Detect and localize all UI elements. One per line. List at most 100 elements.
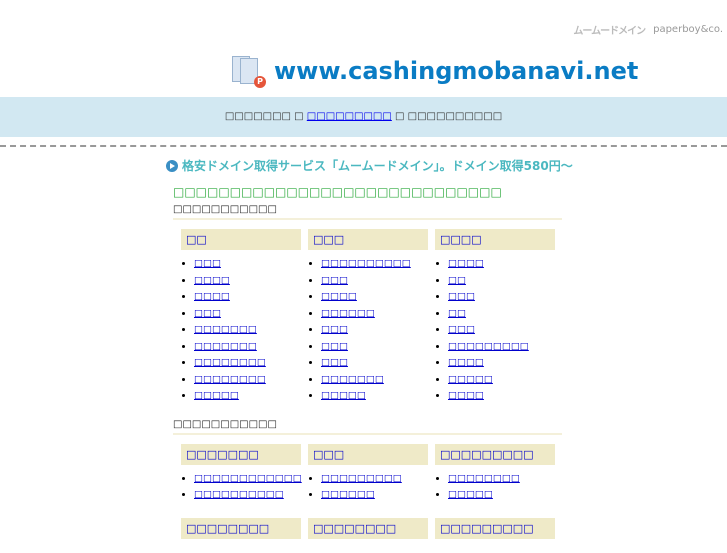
list-item: □□□□□□ bbox=[321, 487, 428, 504]
category-column: □□□□□□□□□□□□□□□□□□□□□□□□□□□□□□□□□□□□□□□□ bbox=[435, 229, 555, 405]
category-link[interactable]: □□□□□□□ bbox=[194, 341, 257, 352]
band-text-after: □ □□□□□□□□□□ bbox=[395, 111, 503, 122]
category-header[interactable]: □□□□□□□ bbox=[181, 443, 301, 465]
category-link[interactable]: □□□ bbox=[321, 324, 348, 335]
category-link[interactable]: □□□ bbox=[321, 357, 348, 368]
list-item: □□□□ bbox=[448, 355, 555, 372]
category-link[interactable]: □□□□ bbox=[321, 291, 357, 302]
category-column: □□□□□□□□□□□□□□□□□□ bbox=[308, 443, 428, 504]
category-header[interactable]: □□□□ bbox=[435, 229, 555, 250]
category-link[interactable]: □□□□□ bbox=[321, 390, 366, 401]
category-column: □□□□□□□□□ bbox=[435, 517, 555, 539]
category-header[interactable]: □□□□□□□□□ bbox=[435, 517, 555, 539]
category-link[interactable]: □□□□□□□ bbox=[321, 374, 384, 385]
list-item: □□□□□□□□ bbox=[448, 471, 555, 488]
category-link[interactable]: □□□□ bbox=[448, 357, 484, 368]
category-link[interactable]: □□□ bbox=[194, 308, 221, 319]
green-heading: □□□□□□□□□□□□□□□□□□□□□□□□□□□□□ bbox=[173, 185, 502, 199]
category-link[interactable]: □□□□ bbox=[448, 390, 484, 401]
link-list: □□□□□□□□□□□□□ bbox=[435, 471, 555, 504]
category-columns: □□□□□□□□□□□□□□□□□□□□□□□□□□□□□□□□□□□□□□□□… bbox=[181, 229, 562, 405]
list-item: □□□□ bbox=[448, 256, 555, 273]
list-item: □□□□□□□ bbox=[321, 372, 428, 389]
list-item: □□□□□□□□ bbox=[194, 355, 301, 372]
list-item: □□□ bbox=[321, 273, 428, 290]
category-link[interactable]: □□□□□□□□ bbox=[448, 473, 520, 484]
category-link[interactable]: □□□□□ bbox=[194, 390, 239, 401]
category-link[interactable]: □□□□□□ bbox=[321, 489, 375, 500]
category-link[interactable]: □□□□□□□□□□□□ bbox=[194, 473, 302, 484]
brand-logos: ムームードメイン paperboy&co. bbox=[573, 22, 723, 37]
list-item: □□ bbox=[448, 273, 555, 290]
category-link[interactable]: □□□ bbox=[321, 275, 348, 286]
list-item: □□□ bbox=[194, 256, 301, 273]
mumu-domain-logo[interactable]: ムームードメイン bbox=[573, 22, 646, 37]
category-header[interactable]: □□□□□□□□ bbox=[308, 517, 428, 539]
site-title: www.cashingmobanavi.net bbox=[274, 57, 639, 85]
category-columns: □□□□□□□□ □□□□□□□□ □□□□□□□□□ bbox=[181, 517, 562, 539]
category-link[interactable]: □□□□□ bbox=[448, 489, 493, 500]
category-link[interactable]: □□□□□□□□□ bbox=[448, 341, 529, 352]
list-item: □□□ bbox=[448, 322, 555, 339]
list-item: □□□□□□□□□□□□ bbox=[194, 471, 302, 488]
list-item: □□□□□ bbox=[194, 388, 301, 405]
category-link[interactable]: □□□ bbox=[321, 341, 348, 352]
paperboy-logo[interactable]: paperboy&co. bbox=[653, 24, 723, 35]
category-link[interactable]: □□ bbox=[448, 308, 466, 319]
category-link[interactable]: □□□□ bbox=[194, 275, 230, 286]
category-column: □□□□□□□□ bbox=[308, 517, 428, 539]
section-title: □□□□□□□□□□□ bbox=[173, 419, 562, 435]
category-link[interactable]: □□□□ bbox=[448, 258, 484, 269]
link-list: □□□□□□□□□□□□□□□□□□□□□□□□□□□□□□□□□□□□□□□□… bbox=[181, 256, 301, 405]
category-link[interactable]: □□□□□□□□ bbox=[194, 374, 266, 385]
list-item: □□□ bbox=[321, 355, 428, 372]
category-link[interactable]: □□□□□□□□□ bbox=[321, 473, 402, 484]
promo-text: 格安ドメイン取得サービス「ムームードメイン」。ドメイン取得580円～ bbox=[182, 159, 573, 173]
list-item: □□□□□□□□□□ bbox=[321, 256, 428, 273]
list-item: □□□ bbox=[321, 339, 428, 356]
category-link[interactable]: □□□□□□□□□□ bbox=[321, 258, 411, 269]
category-link[interactable]: □□□ bbox=[448, 324, 475, 335]
category-column: □□□□□□□□□□□□□□□□□□□□□□ bbox=[435, 443, 555, 504]
category-header[interactable]: □□□ bbox=[308, 229, 428, 250]
site-header: P www.cashingmobanavi.net bbox=[232, 54, 638, 88]
category-header[interactable]: □□□□□□□□ bbox=[181, 517, 301, 539]
category-link[interactable]: □□□□□□□□□□ bbox=[194, 489, 284, 500]
band-text-before: □□□□□□□ □ bbox=[224, 111, 304, 122]
category-column: □□□□□□□□□□□□□□□□□□□□□□□□□□□□□ bbox=[181, 443, 302, 504]
list-item: □□□□□□ bbox=[321, 306, 428, 323]
section-title: □□□□□□□□□□□ bbox=[173, 204, 562, 220]
list-item: □□□□□□□ bbox=[194, 322, 301, 339]
link-list: □□□□□□□□□□□□□□□ bbox=[308, 471, 428, 504]
document-icon: P bbox=[232, 54, 266, 88]
list-item: □□□□ bbox=[448, 388, 555, 405]
category-link[interactable]: □□□□□□ bbox=[321, 308, 375, 319]
category-link[interactable]: □□□ bbox=[448, 291, 475, 302]
category-link[interactable]: □□□□□□□ bbox=[194, 324, 257, 335]
category-header[interactable]: □□ bbox=[181, 229, 301, 250]
list-item: □□□□□ bbox=[448, 487, 555, 504]
category-link[interactable]: □□ bbox=[448, 275, 466, 286]
list-item: □□ bbox=[448, 306, 555, 323]
band-link[interactable]: □□□□□□□□□ bbox=[307, 111, 392, 122]
category-link[interactable]: □□□□ bbox=[194, 291, 230, 302]
category-header[interactable]: □□□ bbox=[308, 443, 428, 465]
list-item: □□□□□□□□ bbox=[194, 372, 301, 389]
list-item: □□□□□□□□□ bbox=[448, 339, 555, 356]
category-link[interactable]: □□□□□ bbox=[448, 374, 493, 385]
category-column: □□□□□□□□□□□□□□□□□□□□□□□□□□□□□□□□□□□□□□□□… bbox=[181, 229, 301, 405]
list-item: □□□□□ bbox=[321, 388, 428, 405]
list-item: □□□ bbox=[194, 306, 301, 323]
category-link[interactable]: □□□ bbox=[194, 258, 221, 269]
category-column: □□□□□□□□ bbox=[181, 517, 301, 539]
category-link[interactable]: □□□□□□□□ bbox=[194, 357, 266, 368]
category-column: □□□□□□□□□□□□□□□□□□□□□□□□□□□□□□□□□□□□□□□□… bbox=[308, 229, 428, 405]
play-icon bbox=[166, 159, 178, 172]
category-header[interactable]: □□□□□□□□□ bbox=[435, 443, 555, 465]
promo-banner[interactable]: 格安ドメイン取得サービス「ムームードメイン」。ドメイン取得580円～ bbox=[166, 157, 573, 174]
link-list: □□□□□□□□□□□□□□□□□□□□□□□□□□□□□□□□□□□□ bbox=[435, 256, 555, 405]
info-band: □□□□□□□ □ □□□□□□□□□ □ □□□□□□□□□□ bbox=[0, 97, 727, 137]
